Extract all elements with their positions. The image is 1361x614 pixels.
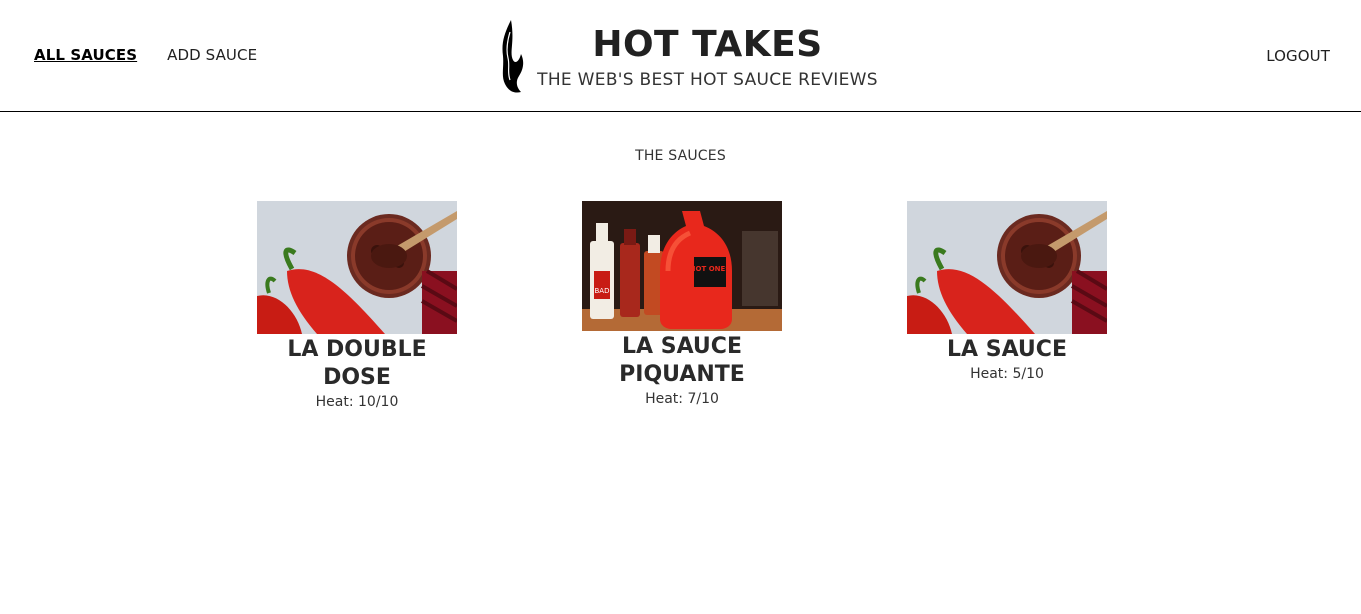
sauce-heat: Heat: 5/10 — [970, 366, 1044, 382]
sauce-card[interactable]: LA DOUBLE DOSE Heat: 10/10 — [257, 201, 457, 412]
section-title: THE SAUCES — [635, 148, 726, 164]
site-title: HOT TAKES — [592, 24, 823, 65]
sauce-image — [257, 201, 457, 334]
top-header: ALL SAUCES ADD SAUCE HOT TAKES THE WEB'S… — [0, 0, 1361, 112]
sauce-heat: Heat: 10/10 — [315, 394, 399, 410]
sauce-name: LA SAUCE — [947, 337, 1067, 362]
sauce-image: BAD HOT ONES — [582, 201, 782, 331]
nav-all-sauces-link[interactable]: ALL SAUCES — [34, 46, 137, 64]
sauce-heat: Heat: 7/10 — [645, 391, 719, 407]
brand-logo[interactable]: HOT TAKES THE WEB'S BEST HOT SAUCE REVIE… — [499, 18, 879, 98]
sauce-card[interactable]: BAD HOT ONES LA SAUCE PIQUANTE Heat: 7/1… — [582, 201, 782, 409]
main-nav: ALL SAUCES ADD SAUCE — [34, 46, 257, 64]
bottle-brand-label: HOT ONES — [690, 265, 731, 273]
logout-link[interactable]: LOGOUT — [1266, 47, 1330, 65]
small-bottle-label: BAD — [595, 287, 610, 295]
flame-icon — [502, 20, 524, 93]
site-subtitle: THE WEB'S BEST HOT SAUCE REVIEWS — [537, 70, 878, 90]
sauce-name: LA DOUBLE DOSE — [287, 337, 427, 390]
nav-add-sauce-link[interactable]: ADD SAUCE — [167, 46, 257, 64]
sauce-name: LA SAUCE PIQUANTE — [619, 334, 745, 387]
sauce-image — [907, 201, 1107, 334]
sauce-card[interactable]: LA SAUCE Heat: 5/10 — [907, 201, 1107, 384]
